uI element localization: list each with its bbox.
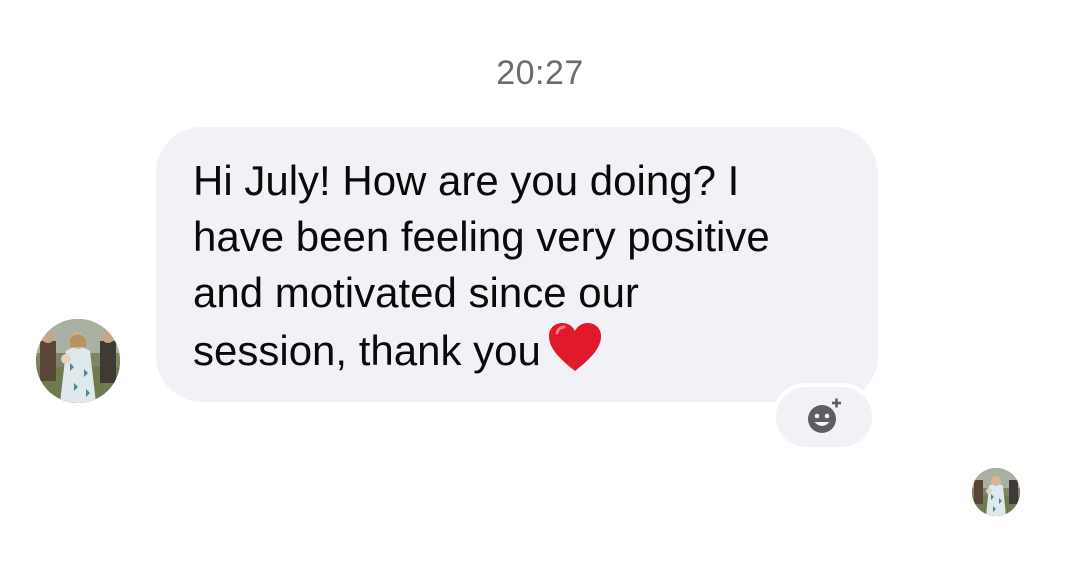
message-body: Hi July! How are you doing? I have been … bbox=[193, 157, 770, 374]
message-bubble[interactable]: Hi July! How are you doing? I have been … bbox=[156, 127, 878, 402]
sender-avatar[interactable] bbox=[36, 319, 120, 403]
add-reaction-icon bbox=[808, 397, 842, 433]
red-heart-emoji bbox=[548, 323, 601, 371]
add-reaction-button[interactable] bbox=[772, 383, 876, 451]
message-text: Hi July! How are you doing? I have been … bbox=[193, 153, 848, 379]
read-receipt-avatar bbox=[972, 468, 1020, 516]
sender-photo bbox=[36, 319, 120, 403]
message-timestamp: 20:27 bbox=[496, 54, 584, 92]
read-receipt-photo bbox=[972, 468, 1020, 516]
